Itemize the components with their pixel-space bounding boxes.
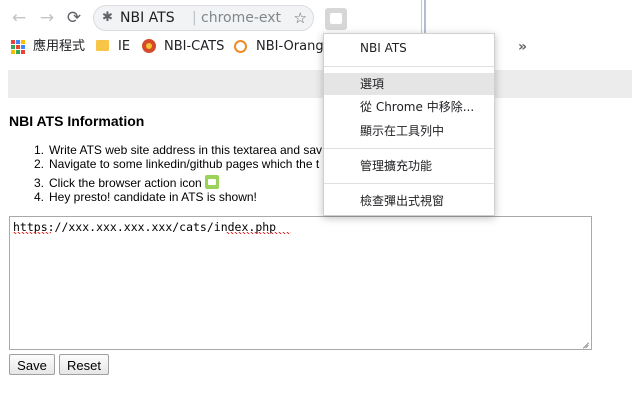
forward-arrow-icon[interactable]: →: [36, 8, 58, 28]
address-extension-name: NBI ATS: [120, 10, 175, 26]
list-item-text: Click the browser action icon: [49, 176, 202, 190]
list-item: 3. Click the browser action icon: [34, 175, 219, 190]
address-separator: |: [192, 10, 197, 26]
browser-toolbar: ← → ⟳ ✱ NBI ATS | chrome-ext... ☆: [0, 0, 640, 36]
apps-grid-dot: [16, 50, 20, 54]
apps-grid-dot: [21, 50, 25, 54]
list-item-text: Hey presto! candidate in ATS is shown!: [49, 190, 257, 204]
list-item-number: 2.: [34, 157, 45, 171]
menu-item-options[interactable]: 選項: [324, 73, 494, 95]
apps-grid-icon: [11, 40, 25, 54]
back-arrow-icon[interactable]: ←: [8, 8, 30, 28]
toolbar-divider: [421, 0, 422, 36]
menu-item-manage-extensions[interactable]: 管理擴充功能: [324, 155, 494, 177]
apps-grid-dot: [16, 45, 20, 49]
list-item-number: 3.: [34, 176, 45, 190]
bookmark-star-icon[interactable]: ☆: [294, 6, 307, 30]
bookmark-nbi-cats[interactable]: NBI-CATS: [164, 36, 224, 58]
list-item-number: 1.: [34, 143, 45, 157]
menu-divider: [324, 183, 494, 184]
menu-divider: [324, 148, 494, 149]
puzzle-icon: ✱: [102, 10, 113, 25]
apps-grid-dot: [11, 50, 15, 54]
menu-item-inspect-popup[interactable]: 檢查彈出式視窗: [324, 190, 494, 212]
apps-grid-dot: [11, 40, 15, 44]
apps-grid-dot: [16, 40, 20, 44]
list-item: 2. Navigate to some linkedin/github pages…: [34, 157, 319, 171]
popup-title: NBI ATS Information: [9, 113, 145, 129]
robot-icon: [330, 13, 342, 24]
ats-url-textarea[interactable]: https://xxx.xxx.xxx.xxx/cats/index.php: [9, 216, 592, 350]
resize-grip-icon[interactable]: [580, 338, 590, 348]
address-bar[interactable]: ✱ NBI ATS | chrome-ext... ☆: [93, 5, 314, 31]
spellcheck-underline: [13, 232, 51, 234]
apps-grid-dot: [21, 40, 25, 44]
page-header-band: [8, 70, 632, 98]
list-item-text: Write ATS web site address in this texta…: [49, 143, 323, 157]
extension-context-menu: NBI ATS 選項 從 Chrome 中移除... 顯示在工具列中 管理擴充功…: [323, 33, 495, 216]
spellcheck-underline: [226, 232, 291, 234]
address-url: chrome-ext...: [201, 10, 281, 26]
reload-icon[interactable]: ⟳: [63, 8, 85, 28]
list-item: 4. Hey presto! candidate in ATS is shown!: [34, 190, 257, 204]
bookmark-nbi-orange[interactable]: NBI-Orange: [256, 36, 332, 58]
list-item: 1. Write ATS web site address in this tex…: [34, 143, 322, 157]
window-edge: [424, 0, 426, 36]
list-item-text: Navigate to some linkedin/github pages w…: [49, 157, 320, 171]
menu-divider: [324, 66, 494, 67]
save-button[interactable]: Save: [9, 354, 55, 375]
orange-icon: [234, 40, 247, 53]
menu-item-show-in-toolbar[interactable]: 顯示在工具列中: [324, 120, 494, 142]
bookmarks-bar: 應用程式 IE NBI-CATS NBI-Orange »: [0, 36, 640, 58]
nbi-logo-icon: [142, 39, 156, 53]
bookmark-apps[interactable]: 應用程式: [33, 36, 85, 58]
bookmark-ie[interactable]: IE: [118, 36, 130, 58]
menu-item-extension-name[interactable]: NBI ATS: [324, 37, 494, 59]
folder-icon: [96, 40, 109, 51]
menu-item-remove[interactable]: 從 Chrome 中移除...: [324, 96, 494, 118]
apps-grid-dot: [11, 45, 15, 49]
reset-button[interactable]: Reset: [59, 354, 109, 375]
list-item-number: 4.: [34, 190, 45, 204]
robot-icon: [204, 175, 219, 189]
more-bookmarks-icon[interactable]: »: [518, 36, 527, 58]
apps-grid-dot: [21, 45, 25, 49]
extension-action-button[interactable]: [325, 8, 347, 30]
